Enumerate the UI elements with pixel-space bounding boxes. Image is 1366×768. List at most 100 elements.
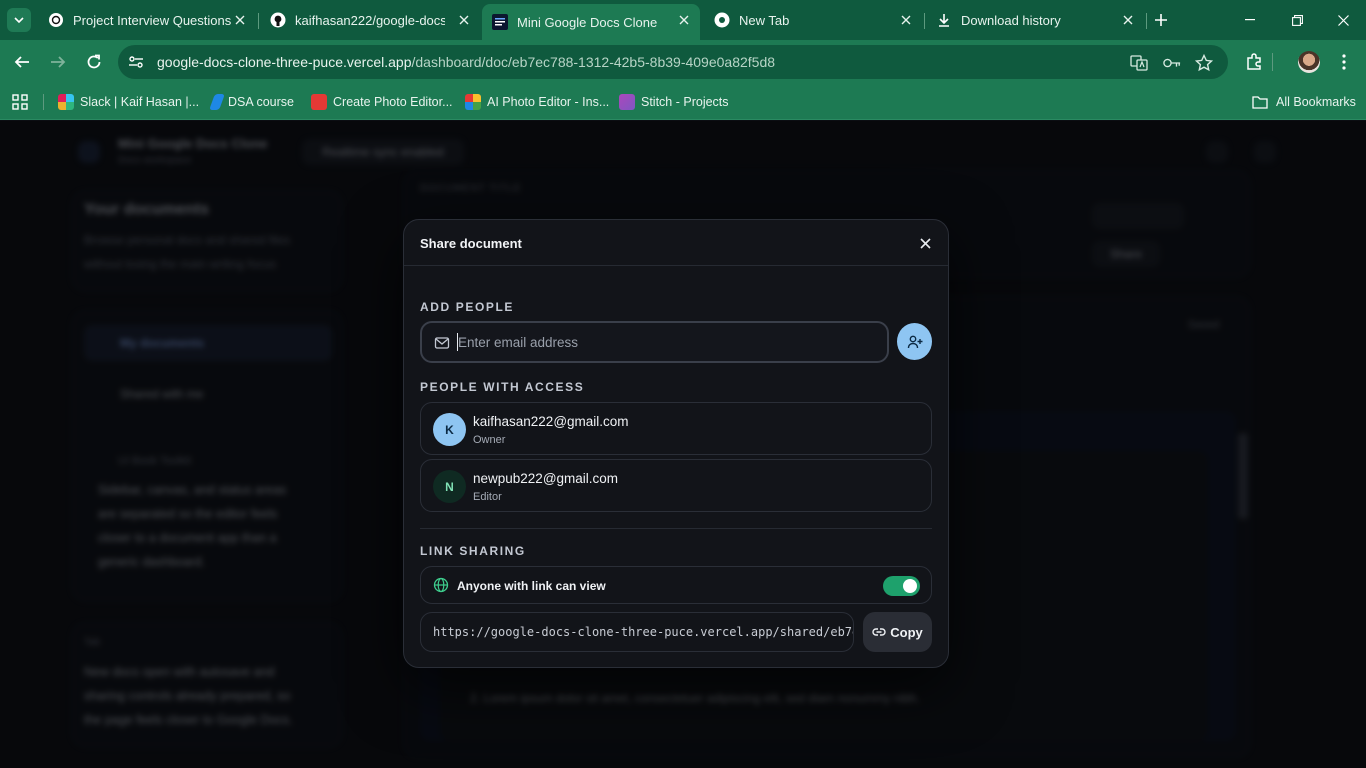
- new-tab-button[interactable]: [1151, 10, 1171, 30]
- close-icon: [1337, 14, 1349, 26]
- forward-button[interactable]: [48, 52, 68, 72]
- reload-button[interactable]: [84, 52, 104, 72]
- bookmark-dsa-course[interactable]: DSA course: [209, 92, 295, 112]
- mail-icon: [434, 335, 450, 351]
- address-bar[interactable]: google-docs-clone-three-puce.vercel.app/…: [118, 45, 1228, 79]
- person-email: newpub222@gmail.com: [473, 471, 619, 486]
- dialog-title: Share document: [420, 236, 522, 251]
- copy-link-button[interactable]: Copy: [863, 612, 932, 652]
- all-bookmarks-label: All Bookmarks: [1276, 95, 1356, 109]
- close-tab-icon[interactable]: [1120, 12, 1136, 28]
- tab-mini-google-docs[interactable]: Mini Google Docs Clone: [482, 4, 700, 40]
- feather-icon: [209, 94, 225, 110]
- share-url-field[interactable]: https://google-docs-clone-three-puce.ver…: [420, 612, 854, 652]
- all-bookmarks[interactable]: All Bookmarks: [1252, 92, 1356, 112]
- arrow-left-icon: [14, 56, 29, 68]
- tab-github[interactable]: kaifhasan222/google-docs-c: [260, 4, 480, 36]
- bookmark-create-photo-editor[interactable]: Create Photo Editor...: [311, 92, 453, 112]
- link-sharing-toggle[interactable]: [883, 576, 920, 596]
- tab-title: Download history: [961, 12, 1061, 28]
- bookmark-label: Create Photo Editor...: [333, 95, 453, 109]
- tab-search-button[interactable]: [7, 8, 31, 32]
- tab-separator: [1146, 13, 1147, 29]
- bookmark-slack[interactable]: Slack | Kaif Hasan |...: [58, 92, 199, 112]
- arrow-right-icon: [51, 56, 66, 68]
- apps-icon[interactable]: [12, 92, 28, 112]
- people-with-access-label: PEOPLE WITH ACCESS: [420, 380, 585, 394]
- back-button[interactable]: [12, 52, 32, 72]
- bookmark-stitch[interactable]: Stitch - Projects: [619, 92, 729, 112]
- close-tab-icon[interactable]: [456, 12, 472, 28]
- person-role: Editor: [473, 491, 502, 503]
- github-icon: [270, 12, 286, 28]
- tab-separator: [258, 13, 259, 29]
- bookmark-label: Slack | Kaif Hasan |...: [80, 95, 200, 109]
- minimize-button[interactable]: [1240, 10, 1260, 30]
- link-icon: [872, 628, 886, 636]
- link-sharing-row: Anyone with link can view: [420, 566, 932, 604]
- reload-icon: [87, 54, 101, 69]
- close-icon: [919, 237, 931, 249]
- add-people-label: ADD PEOPLE: [420, 300, 515, 314]
- globe-icon: [433, 577, 449, 593]
- section-divider: [420, 528, 932, 529]
- close-window-button[interactable]: [1333, 10, 1353, 30]
- copy-label: Copy: [890, 624, 923, 640]
- bookmark-star-icon[interactable]: [1195, 54, 1213, 72]
- bookmark-label: AI Photo Editor - Ins...: [487, 95, 610, 109]
- email-input[interactable]: [458, 331, 878, 353]
- close-dialog-button[interactable]: [916, 234, 934, 252]
- bookmarks-separator: [43, 94, 44, 110]
- chevron-down-icon: [14, 17, 24, 24]
- avatar: N: [433, 470, 466, 503]
- restore-icon: [1291, 14, 1303, 26]
- bookmark-ai-photo-editor[interactable]: AI Photo Editor - Ins...: [465, 92, 609, 112]
- tab-new-tab[interactable]: New Tab: [704, 4, 922, 36]
- tab-title: Project Interview Questions: [73, 12, 232, 28]
- tab-project-interview[interactable]: Project Interview Questions: [38, 4, 256, 36]
- folder-icon: [1252, 96, 1268, 109]
- email-field[interactable]: [420, 321, 889, 363]
- share-url-text: https://google-docs-clone-three-puce.ver…: [433, 625, 853, 639]
- password-key-icon[interactable]: [1163, 54, 1181, 72]
- link-sharing-label: LINK SHARING: [420, 544, 526, 558]
- menu-kebab-icon[interactable]: [1334, 52, 1354, 72]
- share-document-dialog: Share document ADD PEOPLE PEOPLE WITH AC…: [403, 219, 949, 668]
- tab-separator: [924, 13, 925, 29]
- avatar: K: [433, 413, 466, 446]
- close-tab-icon[interactable]: [232, 12, 248, 28]
- chatgpt-icon: [48, 12, 64, 28]
- stitch-icon: [619, 94, 635, 110]
- bookmark-label: DSA course: [228, 95, 295, 109]
- ai-photo-icon: [465, 94, 481, 110]
- text-cursor: [457, 333, 458, 351]
- tab-title: kaifhasan222/google-docs-c: [295, 12, 445, 28]
- url-path: /dashboard/doc/eb7ec788-1312-42b5-8b39-4…: [411, 54, 776, 70]
- extensions-icon[interactable]: [1244, 52, 1264, 72]
- bookmark-label: Stitch - Projects: [641, 95, 729, 109]
- browser-tab-strip: Project Interview Questions kaifhasan222…: [0, 0, 1366, 40]
- restore-button[interactable]: [1287, 10, 1307, 30]
- bookmarks-bar: Slack | Kaif Hasan |... DSA course Creat…: [0, 84, 1366, 120]
- dialog-header: Share document: [404, 220, 948, 266]
- add-person-button[interactable]: [897, 323, 932, 360]
- close-tab-icon[interactable]: [898, 12, 914, 28]
- download-icon: [936, 12, 952, 28]
- site-info-icon[interactable]: [128, 54, 144, 70]
- minimize-icon: [1245, 19, 1255, 21]
- profile-avatar[interactable]: [1298, 51, 1320, 73]
- person-row-owner: K kaifhasan222@gmail.com Owner: [420, 402, 932, 455]
- chrome-icon: [714, 12, 730, 28]
- url-text[interactable]: google-docs-clone-three-puce.vercel.app/…: [157, 54, 775, 70]
- tab-title: Mini Google Docs Clone: [517, 14, 658, 30]
- slack-icon: [58, 94, 74, 110]
- link-sharing-text: Anyone with link can view: [457, 579, 606, 593]
- toggle-knob: [903, 579, 917, 593]
- toolbar-separator: [1271, 52, 1273, 72]
- translate-icon[interactable]: [1130, 54, 1148, 72]
- tab-title: New Tab: [739, 12, 790, 28]
- docs-app-icon: [492, 14, 508, 30]
- person-role: Owner: [473, 434, 506, 446]
- close-tab-icon[interactable]: [676, 12, 692, 28]
- tab-download-history[interactable]: Download history: [926, 4, 1144, 36]
